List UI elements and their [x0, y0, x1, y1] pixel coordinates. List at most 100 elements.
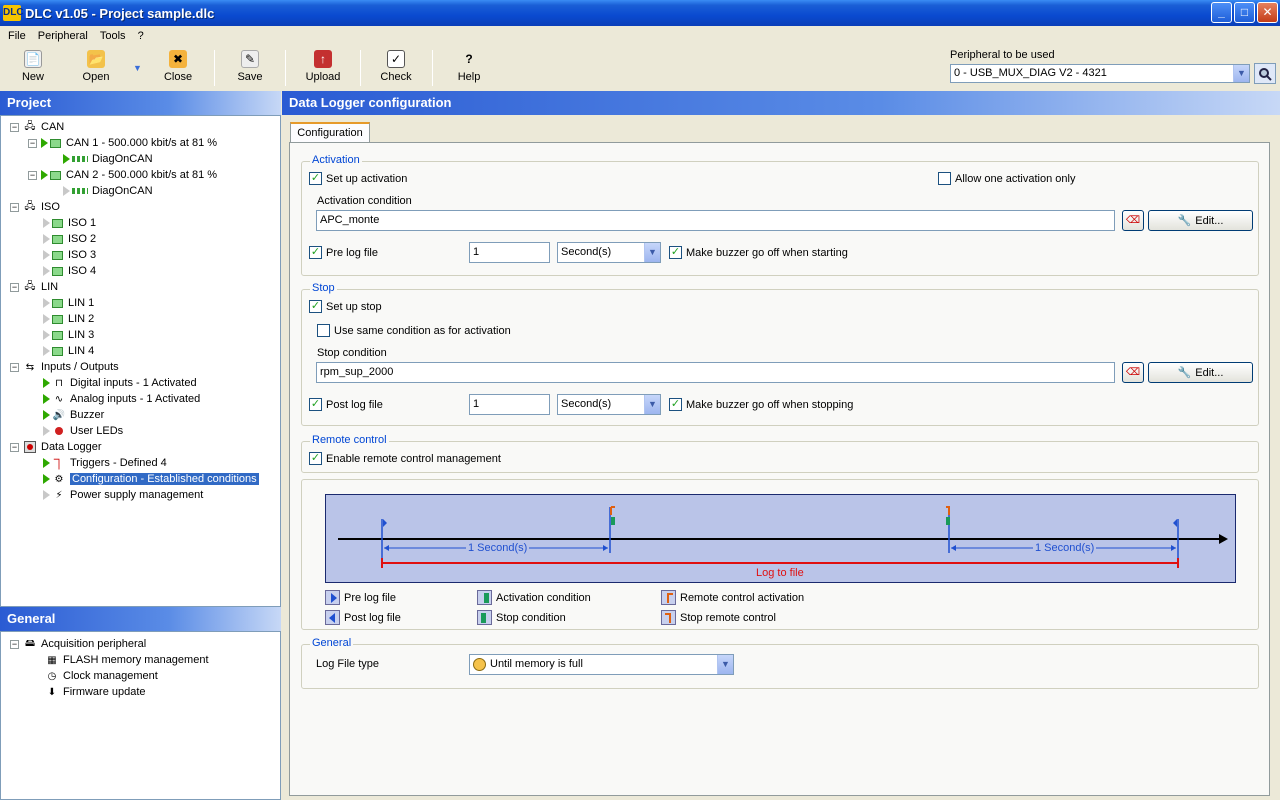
tree-can1-diag[interactable]: DiagOnCAN	[63, 151, 153, 167]
tree-iso-1[interactable]: ISO 1	[43, 215, 96, 231]
minimize-button[interactable]: _	[1211, 2, 1232, 23]
collapse-icon[interactable]: −	[10, 442, 19, 452]
check-icon: ✓	[309, 300, 322, 313]
play-icon	[43, 394, 50, 404]
collapse-icon[interactable]: −	[10, 362, 19, 372]
tree-can2-diag[interactable]: DiagOnCAN	[63, 183, 153, 199]
log-to-file-label: Log to file	[756, 567, 804, 579]
tree-can2[interactable]: − CAN 2 - 500.000 kbit/s at 81 %	[28, 167, 217, 183]
chevron-down-icon[interactable]: ▼	[644, 243, 660, 262]
tree-iso-3[interactable]: ISO 3	[43, 247, 96, 263]
upload-icon: ↑	[314, 50, 332, 68]
collapse-icon[interactable]: −	[28, 138, 37, 148]
peripheral-search-button[interactable]	[1254, 63, 1276, 84]
chevron-down-icon[interactable]: ▼	[1233, 65, 1249, 82]
app-icon: DLC	[3, 5, 24, 21]
play-icon	[63, 154, 70, 164]
check-button[interactable]: ✓ Check	[368, 49, 424, 87]
tree-analog[interactable]: ∿ Analog inputs - 1 Activated	[43, 391, 200, 407]
tree-digital[interactable]: ⊓ Digital inputs - 1 Activated	[43, 375, 197, 391]
postlog-checkbox[interactable]: ✓ Post log file	[309, 398, 383, 411]
tree-triggers[interactable]: ⏋ Triggers - Defined 4	[43, 455, 167, 471]
open-dropdown-icon[interactable]: ▼	[133, 63, 142, 73]
tree-io[interactable]: − ⇆ Inputs / Outputs	[10, 359, 119, 375]
tree-configuration[interactable]: ⚙ Configuration - Established conditions	[43, 471, 259, 487]
logger-icon	[23, 441, 37, 453]
menu-peripheral[interactable]: Peripheral	[32, 30, 94, 42]
tree-firmware[interactable]: ⬇ Firmware update	[45, 684, 146, 700]
tree-iso[interactable]: − 🖧 ISO	[10, 199, 60, 215]
collapse-icon[interactable]: −	[10, 282, 19, 292]
tree-iso-2[interactable]: ISO 2	[43, 231, 96, 247]
check-icon: ✓	[669, 398, 682, 411]
tree-can1[interactable]: − CAN 1 - 500.000 kbit/s at 81 %	[28, 135, 217, 151]
memory-icon: ▦	[47, 654, 57, 666]
tree-can[interactable]: − 🖧 CAN	[10, 119, 64, 135]
buzzer-start-checkbox[interactable]: ✓ Make buzzer go off when starting	[669, 246, 848, 259]
postlog-unit-select[interactable]: Second(s) ▼	[557, 394, 661, 415]
stop-condition-label: Stop condition	[317, 347, 387, 359]
help-button[interactable]: ? Help	[441, 49, 497, 87]
maximize-button[interactable]: □	[1234, 2, 1255, 23]
tree-lin-3[interactable]: LIN 3	[43, 327, 94, 343]
log-file-type-select[interactable]: Until memory is full ▼	[469, 654, 734, 675]
menu-help[interactable]: ?	[132, 30, 150, 42]
collapse-icon[interactable]: −	[10, 639, 19, 649]
prelog-unit-select[interactable]: Second(s) ▼	[557, 242, 661, 263]
same-condition-checkbox[interactable]: Use same condition as for activation	[317, 324, 511, 337]
menu-tools[interactable]: Tools	[94, 30, 132, 42]
signal-icon	[72, 188, 88, 194]
tab-configuration[interactable]: Configuration	[290, 122, 370, 143]
save-button[interactable]: ✎ Save	[222, 49, 278, 87]
collapse-icon[interactable]: −	[10, 122, 19, 132]
post-log-icon	[325, 610, 340, 625]
tree-acquisition[interactable]: − 🖴 Acquisition peripheral	[10, 636, 146, 652]
tree-iso-4[interactable]: ISO 4	[43, 263, 96, 279]
tree-flash[interactable]: ▦ FLASH memory management	[45, 652, 208, 668]
analog-wave-icon: ∿	[54, 393, 64, 405]
edit-stop-button[interactable]: 🔧 Edit...	[1148, 362, 1253, 383]
pre-log-icon	[325, 590, 340, 605]
tree-power[interactable]: ⚡ Power supply management	[43, 487, 203, 503]
buzzer-stop-checkbox[interactable]: ✓ Make buzzer go off when stopping	[669, 398, 853, 411]
tree-lin-2[interactable]: LIN 2	[43, 311, 94, 327]
prelog-value-input[interactable]: 1	[469, 242, 550, 263]
stop-condition-input[interactable]: rpm_sup_2000	[316, 362, 1115, 383]
tree-lin-1[interactable]: LIN 1	[43, 295, 94, 311]
tree-lin-4[interactable]: LIN 4	[43, 343, 94, 359]
led-icon	[52, 425, 66, 437]
legend-remote-stop: Stop remote control	[661, 610, 776, 625]
edit-activation-button[interactable]: 🔧 Edit...	[1148, 210, 1253, 231]
chevron-down-icon[interactable]: ▼	[717, 655, 733, 674]
check-icon: ✓	[309, 452, 322, 465]
upload-button[interactable]: ↑ Upload	[295, 49, 351, 87]
play-icon	[43, 234, 50, 244]
setup-stop-checkbox[interactable]: ✓ Set up stop	[309, 300, 382, 313]
setup-activation-checkbox[interactable]: ✓ Set up activation	[309, 172, 407, 185]
tree-buzzer[interactable]: 🔊 Buzzer	[43, 407, 104, 423]
prelog-checkbox[interactable]: ✓ Pre log file	[309, 246, 378, 259]
menu-file[interactable]: File	[2, 30, 32, 42]
clear-stop-button[interactable]: ⌫	[1122, 362, 1144, 383]
new-button[interactable]: 📄 New	[5, 49, 61, 87]
activation-condition-input[interactable]: APC_monte	[316, 210, 1115, 231]
tree-logger[interactable]: − Data Logger	[10, 439, 102, 455]
project-tree: − 🖧 CAN − CAN 1 - 500.000 kbit/s at 81 % Di…	[0, 115, 281, 607]
postlog-value-input[interactable]: 1	[469, 394, 550, 415]
remote-enable-checkbox[interactable]: ✓ Enable remote control management	[309, 452, 501, 465]
close-window-button[interactable]: ✕	[1257, 2, 1278, 23]
tree-leds[interactable]: User LEDs	[43, 423, 123, 439]
close-button[interactable]: ✖ Close	[150, 49, 206, 87]
clear-activation-button[interactable]: ⌫	[1122, 210, 1144, 231]
chevron-down-icon[interactable]: ▼	[644, 395, 660, 414]
tree-clock[interactable]: ◷ Clock management	[45, 668, 158, 684]
collapse-icon[interactable]: −	[28, 170, 37, 180]
collapse-icon[interactable]: −	[10, 202, 19, 212]
open-button[interactable]: 📂 Open	[68, 49, 124, 87]
title-bar: DLC DLC v1.05 - Project sample.dlc _ □ ✕	[0, 0, 1280, 26]
one-activation-checkbox[interactable]: Allow one activation only	[938, 172, 1075, 185]
menu-bar: File Peripheral Tools ?	[0, 26, 1280, 45]
check-icon: ✓	[309, 246, 322, 259]
peripheral-select[interactable]: 0 - USB_MUX_DIAG V2 - 4321 ▼	[950, 64, 1250, 83]
tree-lin[interactable]: − 🖧 LIN	[10, 279, 58, 295]
